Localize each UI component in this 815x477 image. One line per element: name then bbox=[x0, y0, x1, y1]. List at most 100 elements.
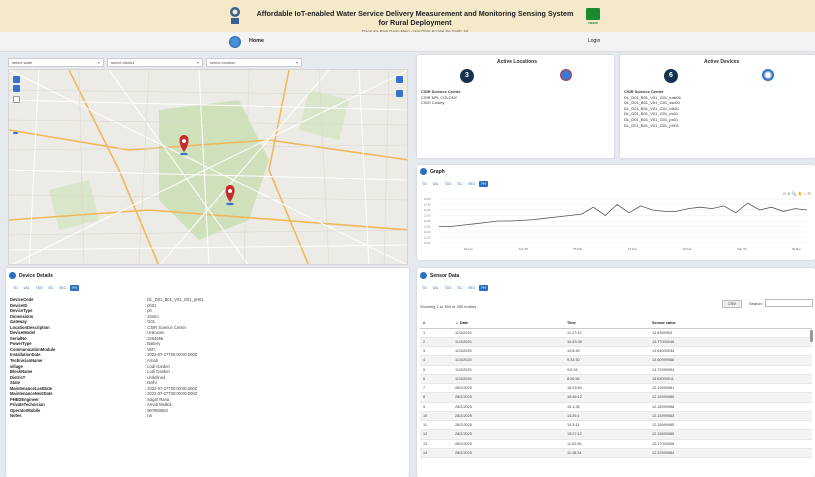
table-row[interactable]: 10 28/2/2025 14:26:1 12.13999963 bbox=[420, 411, 812, 422]
table-cell: 3 bbox=[420, 346, 452, 357]
table-cell: 11 bbox=[420, 420, 452, 431]
detail-key: Notes bbox=[10, 413, 22, 419]
x-tick-label: 09 Mar bbox=[792, 247, 801, 251]
table-cell: 9:34:30 bbox=[564, 355, 649, 366]
table-cell: 28/2/2025 bbox=[452, 402, 564, 412]
table-row[interactable]: 2 11/3/2025 10:43:38 13.77000046 bbox=[420, 337, 812, 348]
y-tick-label: 11.00 bbox=[424, 241, 431, 245]
brand-logo: NEERI bbox=[586, 8, 600, 26]
sensor-data-table: # ▲ Date Time Sensor value 1 11/3/2025 11:… bbox=[420, 319, 812, 459]
fullscreen-button[interactable] bbox=[13, 96, 20, 103]
table-cell: 28/2/2025 bbox=[452, 429, 564, 440]
table-row[interactable]: 14 28/2/2025 11:18:34 12.22999954 bbox=[420, 448, 812, 459]
table-cell: 13 bbox=[420, 439, 452, 449]
table-cell: 28/2/2025 bbox=[452, 448, 564, 459]
nav-login-link[interactable]: Login bbox=[588, 38, 600, 44]
tab-td[interactable]: TD bbox=[11, 285, 20, 291]
layers-button[interactable] bbox=[396, 76, 403, 83]
active-locations-title: Active Locations bbox=[497, 59, 538, 65]
table-cell: 13:27:12 bbox=[564, 429, 649, 440]
tab-td[interactable]: TD bbox=[420, 181, 429, 187]
location-map[interactable] bbox=[8, 69, 408, 265]
navbar: Home Login bbox=[0, 32, 815, 52]
tab-sec[interactable]: SEC bbox=[466, 181, 477, 187]
table-cell: 8:26:54 bbox=[564, 374, 649, 385]
tab-ec[interactable]: EC bbox=[456, 285, 465, 291]
list-item: CSIO Colony bbox=[421, 100, 445, 106]
zoom-in-button[interactable] bbox=[13, 76, 20, 83]
table-cell: 13.63000011 bbox=[649, 374, 812, 385]
table-row[interactable]: 4 11/3/2025 9:34:30 13.60999966 bbox=[420, 355, 812, 366]
table-cell: 28/2/2025 bbox=[452, 383, 564, 394]
chevron-down-icon: ▾ bbox=[295, 60, 298, 65]
graph-tabs: TD VAL TDS EC SEC PH bbox=[420, 181, 488, 187]
district-select[interactable]: select district ▾ bbox=[107, 58, 203, 67]
sensor-icon bbox=[420, 272, 427, 279]
table-cell: 12.22999954 bbox=[649, 448, 812, 459]
table-cell: 15:46:12 bbox=[564, 392, 649, 403]
tab-td[interactable]: TD bbox=[420, 285, 429, 291]
table-cell: 14:26:1 bbox=[564, 411, 649, 422]
table-row[interactable]: 13 28/2/2025 11:52:56 12.17000008 bbox=[420, 439, 812, 449]
table-row[interactable]: 9 28/2/2025 15:1:35 12.18999958 bbox=[420, 402, 812, 412]
table-cell: 12.17000008 bbox=[649, 439, 812, 449]
nav-home-link[interactable]: Home bbox=[249, 38, 264, 44]
tab-ph[interactable]: PH bbox=[479, 181, 488, 187]
x-tick-label: 05 Feb bbox=[573, 247, 582, 251]
tab-sec[interactable]: SEC bbox=[57, 285, 68, 291]
col-date[interactable]: ▲ Date bbox=[452, 319, 564, 329]
graph-card: Graph TD VAL TDS EC SEC PH ⊖ ⊕ 🔍 ✋ ⌂ ☰ 1… bbox=[417, 165, 815, 260]
search-input[interactable] bbox=[765, 299, 813, 307]
state-select[interactable]: select state ▾ bbox=[8, 58, 104, 67]
table-cell: 11/3/2025 bbox=[452, 328, 564, 338]
tab-ph[interactable]: PH bbox=[70, 285, 79, 291]
tab-ec[interactable]: EC bbox=[456, 181, 465, 187]
list-item: DL_D01_B01_V01_G01_ssd01 bbox=[624, 100, 681, 106]
table-row[interactable]: 11 28/2/2025 14:3:11 12.15999985 bbox=[420, 420, 812, 431]
table-cell: 28/2/2025 bbox=[452, 420, 564, 431]
x-tick-label: 26 Feb bbox=[683, 247, 692, 251]
col-time[interactable]: Time bbox=[564, 319, 649, 329]
tab-val[interactable]: VAL bbox=[431, 181, 441, 187]
x-tick-label: 22 Jan bbox=[464, 247, 473, 251]
table-row[interactable]: 5 11/3/2025 9:0:34 13.72999954 bbox=[420, 365, 812, 375]
y-tick-label: 12.60 bbox=[424, 197, 431, 201]
tab-tds[interactable]: TDS bbox=[443, 285, 454, 291]
table-scrollbar[interactable] bbox=[810, 330, 813, 342]
tab-tds[interactable]: TDS bbox=[34, 285, 45, 291]
locate-button[interactable] bbox=[396, 90, 403, 97]
table-cell: 13.72999954 bbox=[649, 365, 812, 375]
table-row[interactable]: 6 11/3/2025 8:26:54 13.63000011 bbox=[420, 374, 812, 385]
table-cell: 8 bbox=[420, 392, 452, 403]
table-row[interactable]: 12 28/2/2025 13:27:12 12.15999985 bbox=[420, 429, 812, 440]
location-select[interactable]: select location ▾ bbox=[206, 58, 302, 67]
active-devices-card: Active Devices 6 CSIR Science Center DL_… bbox=[620, 55, 815, 158]
table-row[interactable]: 8 28/2/2025 15:46:12 12.15999985 bbox=[420, 392, 812, 403]
table-cell: 12.15999985 bbox=[649, 392, 812, 403]
tab-val[interactable]: VAL bbox=[431, 285, 441, 291]
tab-sec[interactable]: SEC bbox=[466, 285, 477, 291]
col-sensor-value[interactable]: Sensor value bbox=[649, 319, 812, 329]
tab-ec[interactable]: EC bbox=[47, 285, 56, 291]
table-cell: 14 bbox=[420, 448, 452, 459]
col-index[interactable]: # bbox=[420, 319, 452, 329]
tab-ph[interactable]: PH bbox=[479, 285, 488, 291]
tab-tds[interactable]: TDS bbox=[443, 181, 454, 187]
table-cell: 4 bbox=[420, 355, 452, 366]
table-cell: 5 bbox=[420, 365, 452, 375]
table-cell: 2 bbox=[420, 337, 452, 348]
table-row[interactable]: 1 11/3/2025 11:17:43 13.8399963 bbox=[420, 328, 812, 338]
device-globe-icon bbox=[762, 69, 774, 81]
csv-export-button[interactable]: CSV bbox=[722, 300, 742, 308]
table-cell: 10 bbox=[420, 411, 452, 422]
globe-logo-icon bbox=[229, 36, 241, 48]
tab-val[interactable]: VAL bbox=[22, 285, 32, 291]
device-details-keys: DeviceCode DeviceID DeviceType Dimensions Ga… bbox=[10, 297, 140, 419]
table-row[interactable]: 3 11/3/2025 10:8:45 13.64000034 bbox=[420, 346, 812, 357]
list-item: CSIR Science Center bbox=[421, 89, 461, 94]
sensor-data-header: Sensor Data bbox=[420, 272, 459, 279]
table-cell: 11/3/2025 bbox=[452, 374, 564, 385]
table-row[interactable]: 7 28/2/2025 16:23:54 12.19999981 bbox=[420, 383, 812, 394]
table-cell: 28/2/2025 bbox=[452, 392, 564, 403]
zoom-out-button[interactable] bbox=[13, 85, 20, 92]
